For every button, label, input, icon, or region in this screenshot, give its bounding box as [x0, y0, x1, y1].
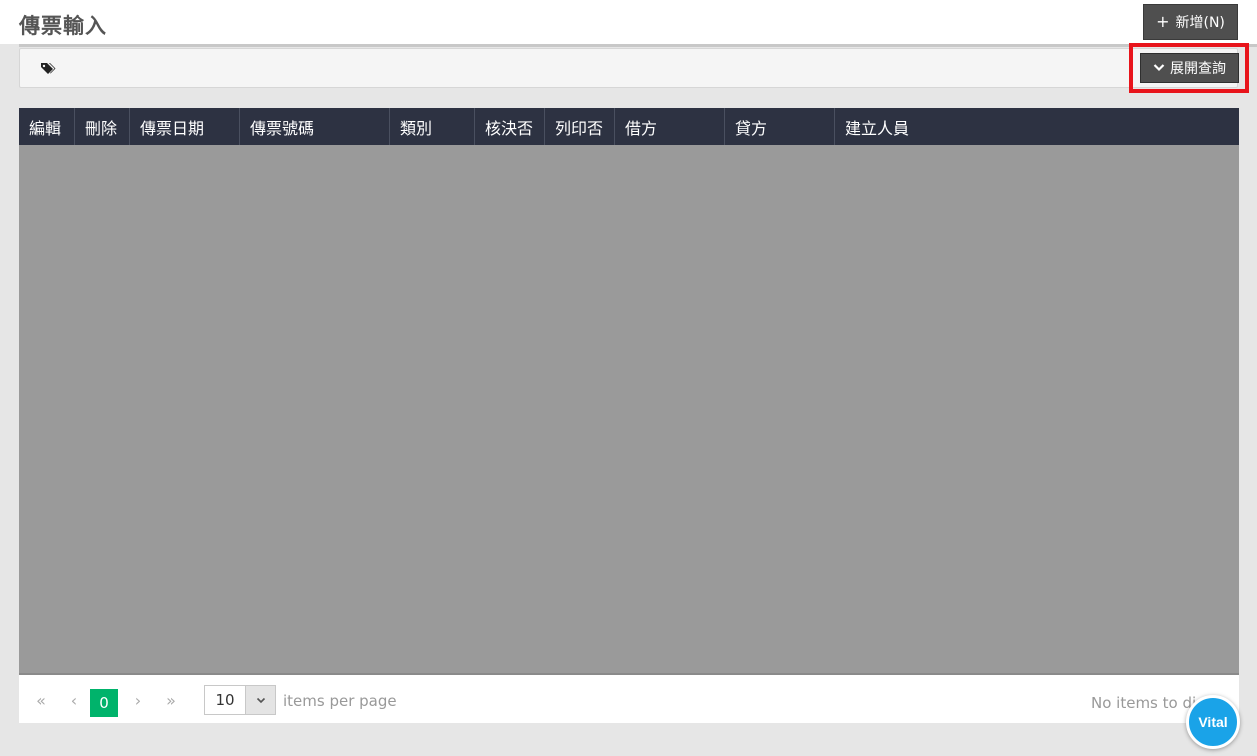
page-size-select[interactable]: 10 — [204, 685, 276, 715]
grid-body — [19, 145, 1239, 675]
vital-label: Vital — [1198, 714, 1228, 730]
last-page-icon[interactable]: » — [160, 687, 182, 713]
column-header-edit[interactable]: 編輯 — [19, 108, 75, 145]
vital-logo-badge[interactable]: Vital — [1186, 695, 1240, 749]
column-header-created-by[interactable]: 建立人員 — [835, 108, 1239, 145]
column-header-printed[interactable]: 列印否 — [545, 108, 615, 145]
expand-query-button[interactable]: 展開查詢 — [1140, 53, 1239, 83]
add-button-label: 新增(N) — [1175, 15, 1225, 31]
filter-bar — [19, 48, 1238, 88]
page-size-value: 10 — [215, 691, 235, 709]
items-per-page-label: items per page — [283, 692, 397, 710]
column-header-delete[interactable]: 刪除 — [75, 108, 130, 145]
chevron-down-icon[interactable] — [245, 686, 275, 714]
page-title: 傳票輸入 — [19, 14, 107, 38]
header-divider — [19, 44, 1257, 47]
page-header: 傳票輸入 + 新增(N) — [0, 0, 1257, 44]
voucher-grid: 編輯 刪除 傳票日期 傳票號碼 類別 核決否 列印否 借方 貸方 建立人員 « … — [19, 108, 1239, 723]
column-header-category[interactable]: 類別 — [390, 108, 475, 145]
plus-icon: + — [1156, 12, 1170, 31]
add-button[interactable]: + 新增(N) — [1143, 4, 1238, 40]
column-header-approved[interactable]: 核決否 — [475, 108, 545, 145]
tags-icon — [40, 61, 56, 75]
first-page-icon[interactable]: « — [30, 687, 52, 713]
pager: « ‹ 0 › » 10 items per page No items to … — [19, 675, 1239, 723]
prev-page-icon[interactable]: ‹ — [63, 687, 85, 713]
column-header-voucher-number[interactable]: 傳票號碼 — [240, 108, 390, 145]
column-header-credit[interactable]: 貸方 — [725, 108, 835, 145]
column-header-voucher-date[interactable]: 傳票日期 — [130, 108, 240, 145]
current-page-button[interactable]: 0 — [90, 689, 118, 717]
expand-query-label: 展開查詢 — [1170, 61, 1226, 77]
grid-header: 編輯 刪除 傳票日期 傳票號碼 類別 核決否 列印否 借方 貸方 建立人員 — [19, 108, 1239, 145]
next-page-icon[interactable]: › — [127, 687, 149, 713]
chevron-down-icon — [1153, 60, 1165, 76]
column-header-debit[interactable]: 借方 — [615, 108, 725, 145]
